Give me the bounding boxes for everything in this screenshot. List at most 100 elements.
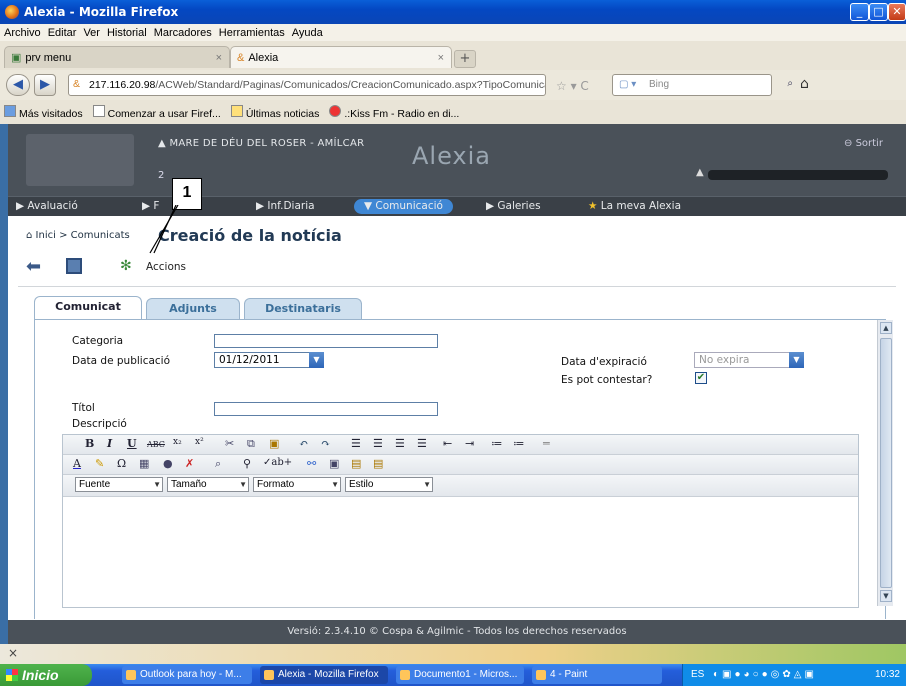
breadcrumb-comunicats[interactable]: Comunicats	[71, 230, 130, 241]
redo-icon[interactable]: ↷	[321, 437, 330, 450]
table-icon[interactable]: ▦	[139, 457, 149, 470]
back-arrow-icon[interactable]: ⬅	[26, 256, 41, 277]
task-word[interactable]: Documento1 - Micros...	[396, 666, 524, 684]
indent-icon[interactable]: ⇥	[465, 437, 474, 450]
scroll-up-icon[interactable]: ▲	[880, 322, 892, 334]
tab-comunicat[interactable]: Comunicat	[34, 296, 142, 320]
replace-icon[interactable]: ✓ab+	[263, 457, 292, 468]
align-right-icon[interactable]: ☰	[395, 437, 405, 450]
menu-herramientas[interactable]: Herramientas	[219, 27, 285, 39]
maximize-button[interactable]: □	[869, 3, 888, 21]
chevron-down-icon[interactable]: ▼	[309, 352, 324, 368]
nav-galeries[interactable]: ▶ Galeries	[486, 200, 541, 212]
save-icon[interactable]	[66, 258, 82, 274]
home-icon[interactable]: ⌂	[26, 230, 32, 241]
tab-close-icon[interactable]: ×	[216, 52, 222, 64]
minimize-button[interactable]: _	[850, 3, 869, 21]
academic-year[interactable]: 2	[158, 170, 164, 181]
tab-close-icon[interactable]: ×	[438, 52, 444, 64]
strikethrough-icon[interactable]: ABC	[147, 440, 165, 449]
scroll-down-icon[interactable]: ▼	[880, 590, 892, 602]
gear-icon[interactable]: ✻	[120, 258, 132, 274]
title-input[interactable]	[214, 402, 438, 416]
actions-button[interactable]: Accions	[146, 261, 186, 273]
align-center-icon[interactable]: ☰	[373, 437, 383, 450]
subscript-icon[interactable]: x₂	[173, 437, 182, 447]
nav-la-meva-alexia[interactable]: ★ La meva Alexia	[588, 200, 681, 212]
menu-historial[interactable]: Historial	[107, 27, 147, 39]
publication-date-input[interactable]: 01/12/2011 ▼	[214, 352, 324, 368]
tray-icons[interactable]: ◐▣●◕○●◎✿◬▣	[713, 664, 817, 686]
menu-archivo[interactable]: Archivo	[4, 27, 41, 39]
logout-link[interactable]: ⊖ Sortir	[844, 138, 883, 149]
browser-tab-alexia[interactable]: & Alexia ×	[230, 46, 452, 68]
special-char-icon[interactable]: Ω	[117, 457, 126, 470]
horizontal-rule-icon[interactable]: ═	[543, 437, 550, 450]
style-select[interactable]: Estilo ▼	[345, 477, 433, 492]
bold-icon[interactable]: B	[85, 437, 94, 450]
justify-icon[interactable]: ☰	[417, 437, 427, 450]
tab-destinataris[interactable]: Destinataris	[244, 298, 362, 319]
back-button[interactable]: ◀	[6, 74, 30, 96]
preview-icon[interactable]: ⌕	[215, 457, 221, 471]
start-button[interactable]: Inicio	[0, 664, 92, 686]
url-bar[interactable]: & 217.116.20.98/ACWeb/Standard/Paginas/C…	[68, 74, 546, 96]
category-select[interactable]	[214, 334, 438, 348]
cut-icon[interactable]: ✂	[225, 437, 234, 450]
bookmark-most-visited[interactable]: Más visitados	[4, 104, 83, 120]
align-left-icon[interactable]: ☰	[351, 437, 361, 450]
format-select[interactable]: Formato ▼	[253, 477, 341, 492]
italic-icon[interactable]: I	[107, 437, 112, 450]
remove-format-icon[interactable]: ✗	[185, 457, 194, 470]
browser-tab-prv-menu[interactable]: ▣ prv menu ×	[4, 46, 230, 68]
nav-comunicacio[interactable]: ▼ Comunicació	[354, 199, 453, 214]
editor-body[interactable]	[63, 501, 858, 607]
undo-icon[interactable]: ↶	[299, 437, 308, 450]
nav-avaluacio[interactable]: ▶ Avaluació	[16, 200, 78, 212]
scrollbar-thumb[interactable]	[880, 338, 892, 588]
search-input[interactable]: ▢ ▾ Bing ⌕	[612, 74, 793, 96]
bookmark-getting-started[interactable]: Comenzar a usar Firef...	[92, 104, 221, 120]
menu-ayuda[interactable]: Ayuda	[292, 27, 323, 39]
link-icon[interactable]: ⚯	[307, 457, 316, 470]
user-name-redacted[interactable]	[708, 170, 888, 180]
spellcheck-icon[interactable]: ●	[163, 457, 173, 470]
task-firefox[interactable]: Alexia - Mozilla Firefox	[260, 666, 388, 684]
size-select[interactable]: Tamaño ▼	[167, 477, 249, 492]
task-outlook[interactable]: Outlook para hoy - M...	[122, 666, 252, 684]
forward-button[interactable]: ▶	[34, 74, 56, 96]
superscript-icon[interactable]: x²	[195, 437, 204, 447]
font-color-icon[interactable]: A	[73, 457, 81, 470]
menu-ver[interactable]: Ver	[83, 27, 100, 39]
menu-marcadores[interactable]: Marcadores	[154, 27, 212, 39]
nav-inf-diaria[interactable]: ▶ Inf.Diaria	[256, 200, 315, 212]
chevron-down-icon[interactable]: ▼	[789, 352, 804, 368]
bookmark-kiss-fm[interactable]: .:Kiss Fm - Radio en di...	[329, 104, 459, 120]
find-icon[interactable]: ⚲	[243, 457, 251, 470]
paste-text-icon[interactable]: ▤	[351, 457, 361, 470]
breadcrumb-home[interactable]: Inici	[36, 230, 56, 241]
paste-icon[interactable]: ▣	[269, 437, 279, 450]
new-tab-button[interactable]: +	[454, 50, 476, 68]
close-window-button[interactable]: ✕	[888, 3, 906, 21]
search-icon[interactable]: ⌕	[787, 78, 793, 89]
copy-icon[interactable]: ⧉	[247, 437, 255, 451]
highlight-icon[interactable]: ✎	[95, 457, 104, 470]
paste-word-icon[interactable]: ▤	[373, 457, 383, 470]
image-icon[interactable]: ▣	[329, 457, 339, 470]
task-paint[interactable]: 4 - Paint	[532, 666, 662, 684]
tab-adjunts[interactable]: Adjunts	[146, 298, 240, 319]
font-select[interactable]: Fuente ▼	[75, 477, 163, 492]
vertical-scrollbar[interactable]: ▲ ▼	[877, 320, 893, 606]
ordered-list-icon[interactable]: ≔	[491, 437, 502, 450]
language-indicator[interactable]: ES	[691, 664, 704, 686]
bulleted-list-icon[interactable]: ≔	[513, 437, 524, 450]
menu-editar[interactable]: Editar	[48, 27, 77, 39]
home-icon[interactable]: ⌂	[800, 76, 809, 92]
close-icon[interactable]: ×	[8, 646, 18, 660]
underline-icon[interactable]: U	[127, 437, 137, 450]
bookmark-star-icon[interactable]: ☆ ▾ C	[556, 79, 589, 93]
bookmark-latest-news[interactable]: Últimas noticias	[230, 104, 319, 120]
can-reply-checkbox[interactable]: ✔	[695, 372, 707, 384]
expiry-date-input[interactable]: No expira ▼	[694, 352, 804, 368]
